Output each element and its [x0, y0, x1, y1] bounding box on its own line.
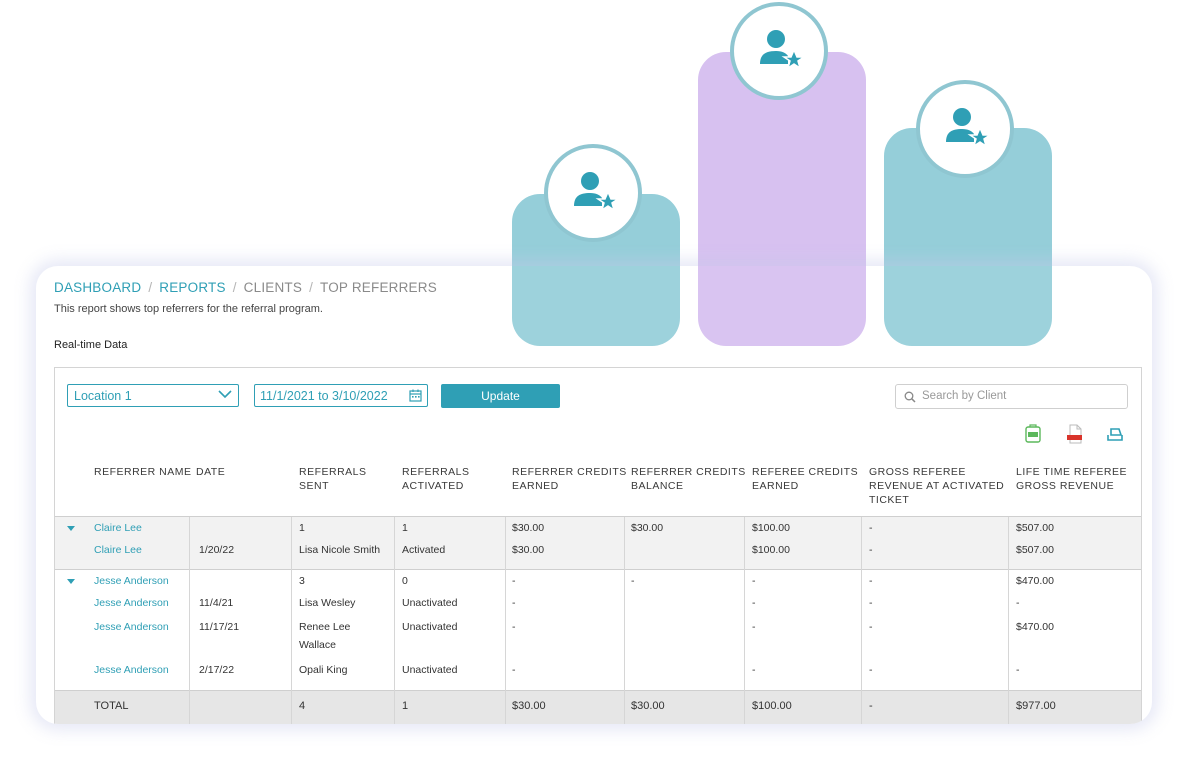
referral-status: Unactivated	[402, 664, 458, 676]
top-referrer-badge-third	[544, 144, 642, 242]
referrer-name-link[interactable]: Jesse Anderson	[94, 572, 169, 590]
gross-referee-revenue: -	[869, 575, 873, 587]
referrer-credits-earned: $30.00	[512, 522, 545, 534]
referrer-credits-earned: -	[512, 621, 516, 633]
referee-name: Opali King	[299, 664, 348, 676]
lifetime-referee-revenue: $507.00	[1016, 544, 1054, 556]
referral-status: Unactivated	[402, 621, 458, 633]
lifetime-referee-revenue: -	[1016, 597, 1020, 609]
breadcrumb-dashboard[interactable]: DASHBOARD	[54, 280, 141, 295]
total-label: TOTAL	[94, 700, 129, 712]
lifetime-referee-revenue: $470.00	[1016, 621, 1054, 633]
referrer-credits-balance: $30.00	[631, 522, 664, 534]
referee-credits-earned: -	[752, 597, 756, 609]
total-lifetime-referee-revenue: $977.00	[1016, 700, 1056, 712]
col-header-referrals-activated: REFERRALS ACTIVATED	[402, 466, 470, 492]
breadcrumb: DASHBOARD / REPORTS / CLIENTS / TOP REFERRERS	[54, 280, 437, 295]
gross-referee-revenue: -	[869, 522, 873, 534]
user-star-icon	[946, 108, 992, 148]
total-gross-referee-revenue: -	[869, 700, 873, 712]
lifetime-referee-revenue: $470.00	[1016, 575, 1054, 587]
breadcrumb-top-referrers: TOP REFERRERS	[320, 280, 437, 295]
referee-name: Lisa Wesley	[299, 597, 356, 609]
referrals-activated: 0	[402, 575, 408, 587]
breadcrumb-reports[interactable]: REPORTS	[159, 280, 225, 295]
referral-status: Activated	[402, 544, 446, 556]
total-referrer-credits-balance: $30.00	[631, 700, 665, 712]
date-range-input[interactable]: 11/1/2021 to 3/10/2022	[254, 384, 428, 407]
col-header-referrer-credits-earned: REFERRER CREDITS EARNED	[512, 466, 627, 492]
podium-center-overlay	[698, 266, 866, 346]
total-referee-credits-earned: $100.00	[752, 700, 792, 712]
total-referrals-activated: 1	[402, 700, 409, 712]
total-row	[55, 690, 1141, 724]
location-select[interactable]: Location 1	[67, 384, 239, 407]
col-header-gross-referee-revenue: GROSS REFEREE REVENUE AT ACTIVATED TICKE…	[869, 466, 1005, 506]
referral-status: Unactivated	[402, 597, 458, 609]
user-star-icon	[574, 172, 620, 212]
referrals-sent: 1	[299, 522, 305, 534]
col-header-referrer-credits-balance: REFERRER CREDITS BALANCE	[631, 466, 746, 492]
col-header-referee-credits-earned: REFEREE CREDITS EARNED	[752, 466, 859, 492]
referee-credits-earned: -	[752, 575, 756, 587]
report-panel: Location 1 11/1/2021 to 3/10/2022 Update…	[54, 367, 1142, 724]
gross-referee-revenue: -	[869, 597, 873, 609]
update-button[interactable]: Update	[441, 384, 560, 408]
total-referrals-sent: 4	[299, 700, 306, 712]
date-range-value: 11/1/2021 to 3/10/2022	[260, 389, 388, 403]
referee-credits-earned: $100.00	[752, 544, 790, 556]
location-value: Location 1	[74, 389, 132, 403]
search-icon	[904, 391, 916, 403]
podium-right-overlay	[884, 266, 1052, 346]
top-referrer-badge-second	[916, 80, 1014, 178]
col-header-date: DATE	[196, 466, 226, 478]
referee-credits-earned: -	[752, 621, 756, 633]
col-header-referrals-sent: REFERRALS SENT	[299, 466, 367, 492]
lifetime-referee-revenue: $507.00	[1016, 522, 1054, 534]
print-icon[interactable]	[1105, 424, 1125, 444]
referee-credits-earned: $100.00	[752, 522, 790, 534]
referee-credits-earned: -	[752, 664, 756, 676]
realtime-label: Real-time Data	[54, 339, 128, 351]
top-referrer-badge-first	[730, 2, 828, 100]
calendar-icon[interactable]	[409, 389, 422, 402]
collapse-caret-icon[interactable]	[67, 526, 75, 531]
search-placeholder: Search by Client	[922, 390, 1007, 402]
referrals-sent: 3	[299, 575, 305, 587]
total-referrer-credits-earned: $30.00	[512, 700, 546, 712]
referral-date: 1/20/22	[199, 544, 235, 556]
referrer-credits-balance: -	[631, 575, 635, 587]
referee-name: Renee Lee Wallace	[299, 621, 351, 651]
podium-left-overlay	[512, 266, 680, 346]
referrer-credits-earned: -	[512, 664, 516, 676]
gross-referee-revenue: -	[869, 621, 873, 633]
chevron-down-icon	[218, 390, 232, 399]
csv-export-icon[interactable]	[1023, 424, 1043, 444]
referrer-name-link[interactable]: Claire Lee	[94, 519, 142, 537]
user-star-icon	[760, 30, 806, 70]
search-input[interactable]: Search by Client	[895, 384, 1128, 409]
pdf-export-icon[interactable]	[1065, 424, 1085, 444]
referrer-name-link[interactable]: Jesse Anderson	[94, 594, 169, 612]
gross-referee-revenue: -	[869, 664, 873, 676]
referrer-name-link[interactable]: Jesse Anderson	[94, 661, 169, 679]
lifetime-referee-revenue: -	[1016, 664, 1020, 676]
referrer-credits-earned: -	[512, 597, 516, 609]
referrer-credits-earned: -	[512, 575, 516, 587]
col-header-lifetime-referee-revenue: LIFE TIME REFEREE GROSS REVENUE	[1016, 466, 1127, 492]
referrer-credits-earned: $30.00	[512, 544, 545, 556]
referrals-activated: 1	[402, 522, 408, 534]
referral-date: 2/17/22	[199, 664, 235, 676]
referrer-name-link[interactable]: Claire Lee	[94, 541, 142, 559]
report-description: This report shows top referrers for the …	[54, 303, 323, 315]
referrer-name-link[interactable]: Jesse Anderson	[94, 618, 169, 636]
gross-referee-revenue: -	[869, 544, 873, 556]
col-header-referrer-name: REFERRER NAME	[94, 466, 192, 478]
referral-date: 11/4/21	[199, 597, 234, 609]
referral-date: 11/17/21	[199, 621, 240, 633]
referee-name: Lisa Nicole Smith	[299, 544, 381, 556]
breadcrumb-clients[interactable]: CLIENTS	[244, 280, 302, 295]
collapse-caret-icon[interactable]	[67, 579, 75, 584]
